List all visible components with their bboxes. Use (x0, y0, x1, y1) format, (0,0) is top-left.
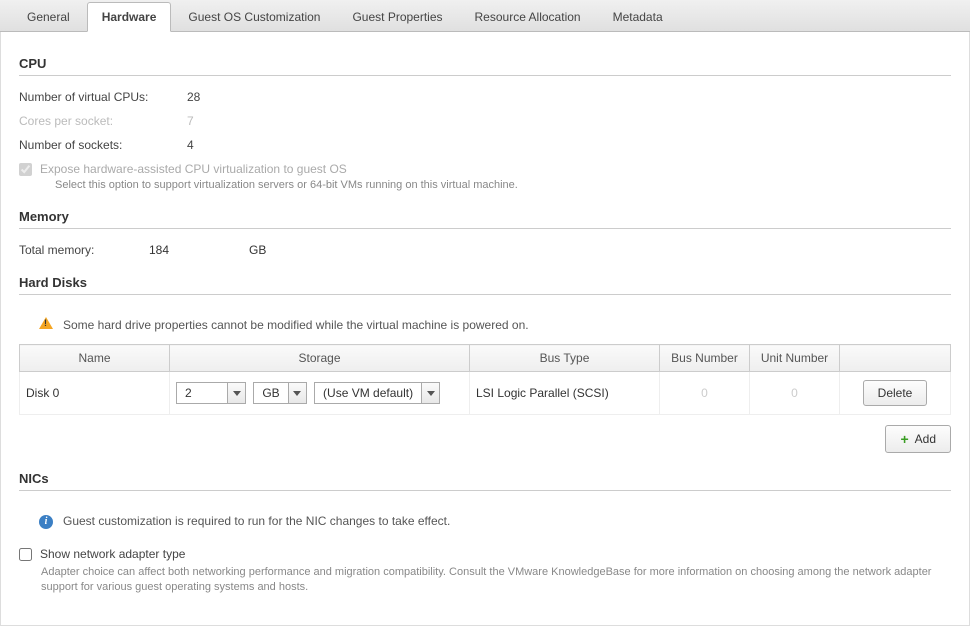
disk-busnum: 0 (660, 372, 750, 415)
plus-icon: + (900, 431, 908, 447)
expose-virtualization-label: Expose hardware-assisted CPU virtualizat… (40, 162, 347, 176)
row-expose-virtualization: Expose hardware-assisted CPU virtualizat… (19, 162, 951, 176)
tab-hardware[interactable]: Hardware (87, 2, 172, 32)
table-row: Disk 0 2 GB (Use VM default) LSI (20, 372, 951, 415)
row-vcpus: Number of virtual CPUs: 28 (19, 90, 951, 104)
chevron-down-icon (421, 383, 439, 403)
vcpus-label: Number of virtual CPUs: (19, 90, 187, 104)
cores-label: Cores per socket: (19, 114, 187, 128)
sockets-value: 4 (187, 138, 194, 152)
show-adapter-hint: Adapter choice can affect both networkin… (41, 565, 951, 596)
total-memory-label: Total memory: (19, 243, 149, 257)
total-memory-unit: GB (249, 243, 266, 257)
disk-size-value: 2 (177, 386, 227, 400)
show-adapter-checkbox[interactable] (19, 548, 32, 561)
disks-buttons: + Add (19, 425, 951, 453)
disk-policy-value: (Use VM default) (315, 386, 421, 400)
tab-guest-os-customization[interactable]: Guest OS Customization (173, 2, 335, 31)
show-adapter-label: Show network adapter type (40, 547, 185, 561)
disk-unit-select[interactable]: GB (253, 382, 306, 404)
disks-warning-text: Some hard drive properties cannot be mod… (63, 318, 529, 332)
col-storage: Storage (170, 345, 470, 372)
nics-info-text: Guest customization is required to run f… (63, 514, 450, 528)
col-unitnum: Unit Number (750, 345, 840, 372)
content-wrapper: CPU Number of virtual CPUs: 28 Cores per… (0, 32, 970, 626)
delete-button[interactable]: Delete (863, 380, 928, 406)
nics-info: i Guest customization is required to run… (19, 505, 951, 537)
expose-virtualization-hint: Select this option to support virtualiza… (55, 179, 951, 191)
cores-value: 7 (187, 114, 194, 128)
scroll-area[interactable]: CPU Number of virtual CPUs: 28 Cores per… (1, 32, 969, 625)
vcpus-value: 28 (187, 90, 200, 104)
row-total-memory: Total memory: 184 GB (19, 243, 951, 257)
tab-guest-properties[interactable]: Guest Properties (337, 2, 457, 31)
disk-unit-value: GB (254, 386, 287, 400)
warning-icon (39, 317, 53, 332)
section-nics-title: NICs (19, 471, 951, 491)
disks-table: Name Storage Bus Type Bus Number Unit Nu… (19, 344, 951, 415)
col-name: Name (20, 345, 170, 372)
section-memory-title: Memory (19, 209, 951, 229)
col-bustype: Bus Type (470, 345, 660, 372)
tab-resource-allocation[interactable]: Resource Allocation (460, 2, 596, 31)
disk-unitnum: 0 (750, 372, 840, 415)
disk-bustype: LSI Logic Parallel (SCSI) (470, 372, 660, 415)
row-show-adapter: Show network adapter type (19, 547, 951, 561)
section-cpu-title: CPU (19, 56, 951, 76)
tab-metadata[interactable]: Metadata (598, 2, 678, 31)
info-icon: i (39, 513, 53, 529)
expose-virtualization-checkbox (19, 163, 32, 176)
add-button[interactable]: + Add (885, 425, 951, 453)
col-busnum: Bus Number (660, 345, 750, 372)
sockets-label: Number of sockets: (19, 138, 187, 152)
tab-general[interactable]: General (12, 2, 85, 31)
chevron-down-icon (288, 383, 306, 403)
add-button-label: Add (915, 432, 936, 446)
disk-storage-cell: 2 GB (Use VM default) (170, 372, 470, 415)
total-memory-value: 184 (149, 243, 249, 257)
col-actions (840, 345, 951, 372)
section-disks-title: Hard Disks (19, 275, 951, 295)
chevron-down-icon (227, 383, 245, 403)
disk-name: Disk 0 (20, 372, 170, 415)
tab-bar: General Hardware Guest OS Customization … (0, 0, 970, 32)
row-cores: Cores per socket: 7 (19, 114, 951, 128)
disks-warning: Some hard drive properties cannot be mod… (19, 309, 951, 340)
row-sockets: Number of sockets: 4 (19, 138, 951, 152)
disk-policy-select[interactable]: (Use VM default) (314, 382, 440, 404)
disk-size-select[interactable]: 2 (176, 382, 246, 404)
disk-actions-cell: Delete (840, 372, 951, 415)
